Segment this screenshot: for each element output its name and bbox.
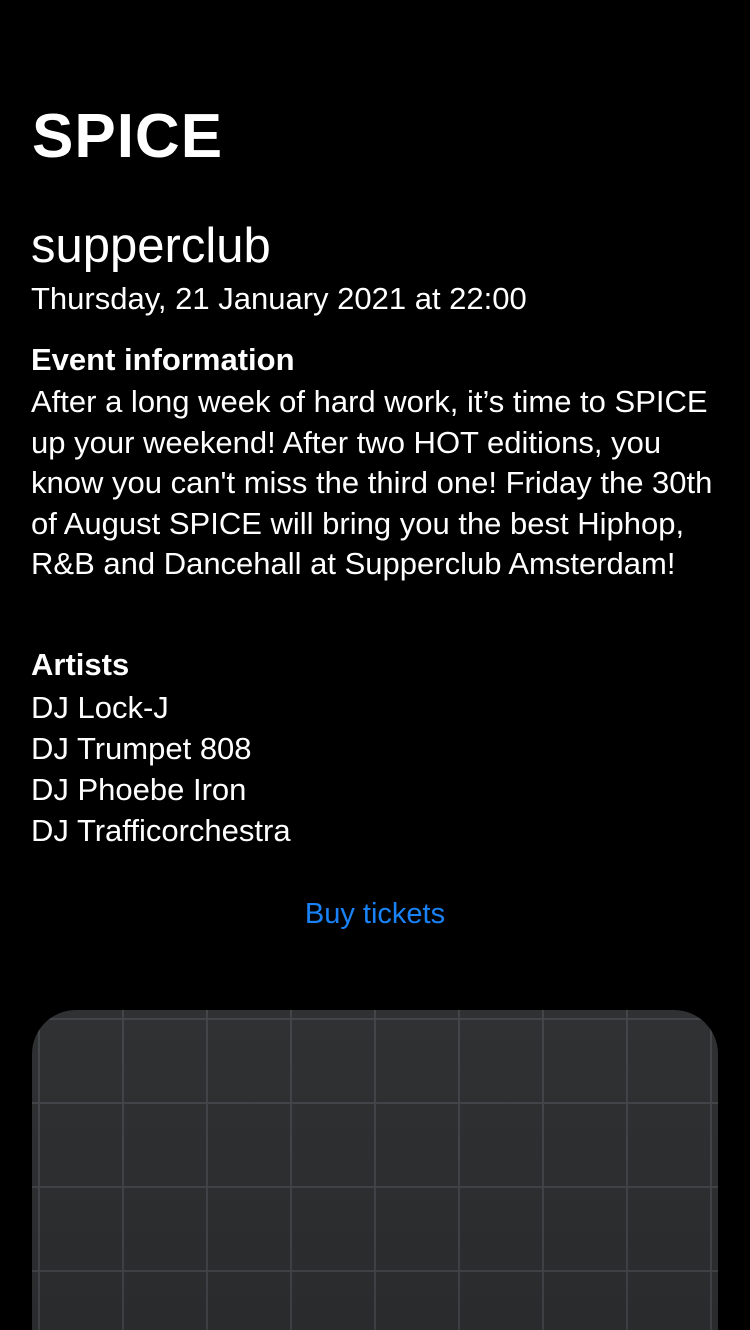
venue-map[interactable] xyxy=(32,1010,718,1330)
buy-tickets-button[interactable]: Buy tickets xyxy=(0,895,750,933)
event-datetime: Thursday, 21 January 2021 at 22:00 xyxy=(31,281,527,316)
artist-list: DJ Lock-J DJ Trumpet 808 DJ Phoebe Iron … xyxy=(31,687,291,851)
event-detail-screen: SPICE supperclub Thursday, 21 January 20… xyxy=(0,0,750,1330)
app-title: SPICE xyxy=(32,102,224,171)
event-venue: supperclub xyxy=(31,219,271,273)
artist-item: DJ Phoebe Iron xyxy=(31,772,247,807)
artists-heading: Artists xyxy=(31,647,130,682)
artist-item: DJ Lock-J xyxy=(31,690,169,725)
map-overlay xyxy=(32,1010,718,1330)
artist-item: DJ Trafficorchestra xyxy=(31,813,291,848)
event-info-body: After a long week of hard work, it’s tim… xyxy=(31,384,713,581)
event-info-heading: Event information xyxy=(31,342,295,377)
artist-item: DJ Trumpet 808 xyxy=(31,731,252,766)
